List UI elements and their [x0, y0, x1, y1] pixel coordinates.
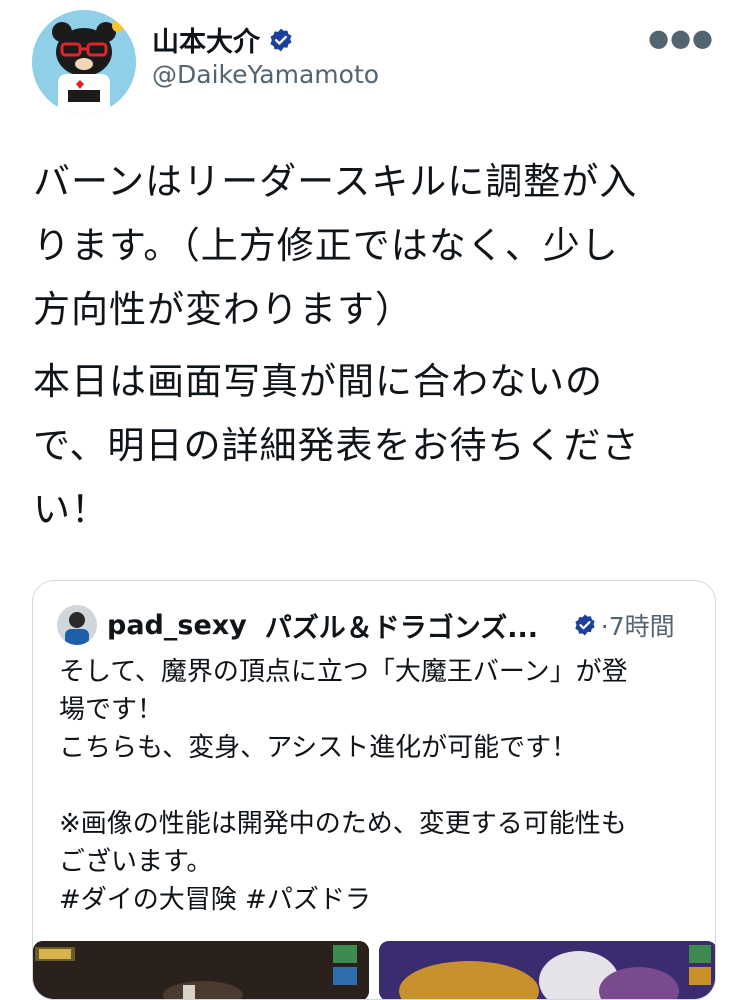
character-artwork-image [379, 941, 715, 999]
post-paragraph-2: 本日は画面写真が間に合わないの で、明日の詳細発表をお待ちくださ い！ [33, 360, 640, 531]
quoted-media-image-1[interactable] [33, 941, 369, 999]
quoted-tweet-header: pad_sexy パズル＆ドラゴンズ... ·7時間 [57, 605, 675, 645]
author-avatar[interactable] [32, 10, 136, 114]
quoted-timestamp[interactable]: ·7時間 [601, 607, 675, 643]
author-name[interactable]: 山本大介 [152, 20, 260, 59]
author-handle[interactable]: @DaikeYamamoto [152, 60, 379, 89]
quoted-author-avatar[interactable] [57, 605, 97, 645]
quoted-display-name[interactable]: パズル＆ドラゴンズ... [265, 606, 565, 645]
game-screenshot-image [33, 941, 369, 999]
quoted-media-image-2[interactable] [379, 941, 715, 999]
post-paragraph-1: バーンはリーダースキルに調整が入 ります。（上方修正ではなく、少し 方向性が変わ… [33, 160, 638, 331]
verified-badge-icon [575, 614, 595, 636]
author-name-row[interactable]: 山本大介 [152, 20, 294, 59]
bear-avatar-icon [32, 10, 136, 114]
verified-badge-icon [270, 28, 292, 51]
quoted-tweet-text: そして、魔界の頂点に立つ「大魔王バーン」が登 場です！ こちらも、変身、アシスト… [59, 657, 628, 915]
person-avatar-icon [57, 605, 97, 645]
quoted-tweet-card[interactable]: pad_sexy パズル＆ドラゴンズ... ·7時間 そして、魔界の頂点に立つ「… [32, 580, 716, 1000]
more-icon[interactable]: ●●● [648, 24, 714, 52]
quoted-username[interactable]: pad_sexy [107, 610, 247, 641]
